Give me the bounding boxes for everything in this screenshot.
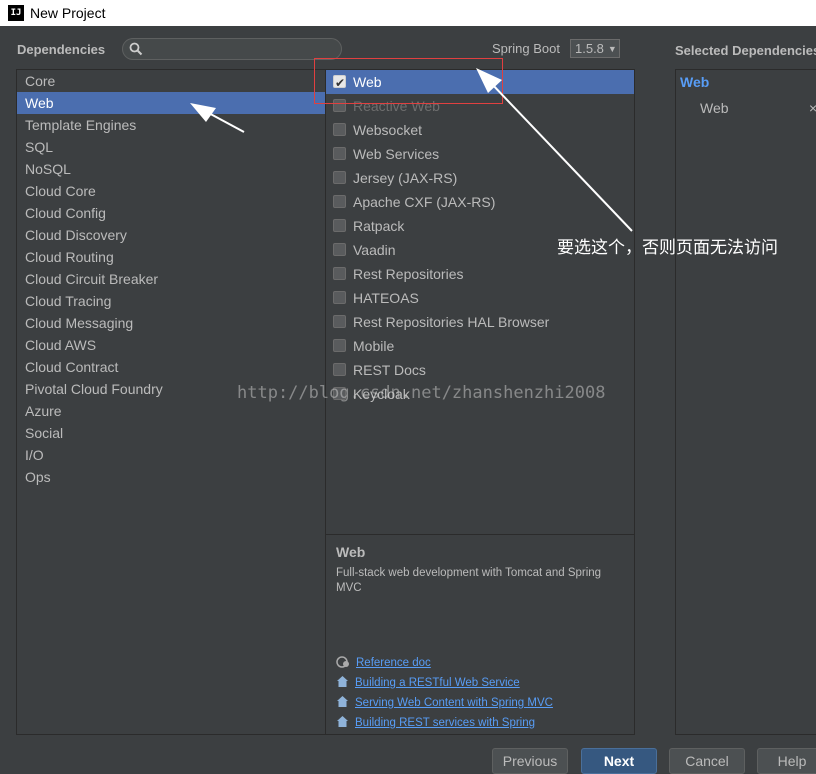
dependency-item[interactable]: HATEOAS bbox=[326, 286, 634, 310]
category-item[interactable]: Web bbox=[17, 92, 325, 114]
category-item[interactable]: Cloud Messaging bbox=[17, 312, 325, 334]
dependency-item[interactable]: Rest Repositories HAL Browser bbox=[326, 310, 634, 334]
category-item[interactable]: NoSQL bbox=[17, 158, 325, 180]
description-panel: Web Full-stack web development with Tomc… bbox=[325, 534, 635, 735]
dependency-item[interactable]: Reactive Web bbox=[326, 94, 634, 118]
dependency-label: Websocket bbox=[353, 122, 422, 138]
dependency-label: REST Docs bbox=[353, 362, 426, 378]
dependency-checkbox[interactable] bbox=[333, 123, 346, 136]
dependency-item[interactable]: Websocket bbox=[326, 118, 634, 142]
search-icon bbox=[129, 42, 143, 61]
category-item[interactable]: Ops bbox=[17, 466, 325, 488]
dependency-checkbox[interactable] bbox=[333, 147, 346, 160]
guide-home-icon bbox=[336, 715, 349, 731]
remove-icon[interactable]: × bbox=[809, 100, 816, 116]
description-title: Web bbox=[336, 544, 366, 560]
dependency-item[interactable]: REST Docs bbox=[326, 358, 634, 382]
guide-link[interactable]: Serving Web Content with Spring MVC bbox=[355, 697, 553, 709]
spring-boot-version-value: 1.5.8 bbox=[575, 41, 604, 56]
dependency-checkbox[interactable] bbox=[333, 99, 346, 112]
intellij-logo-icon: IJ bbox=[8, 5, 24, 21]
dependency-list: Web Reactive Web Websocket Web Services Jers… bbox=[325, 69, 635, 535]
category-item[interactable]: Cloud Circuit Breaker bbox=[17, 268, 325, 290]
category-item[interactable]: I/O bbox=[17, 444, 325, 466]
chevron-down-icon: ▼ bbox=[607, 43, 617, 54]
guide-link-row[interactable]: Building REST services with Spring bbox=[336, 714, 535, 732]
guide-link-row[interactable]: Serving Web Content with Spring MVC bbox=[336, 694, 553, 712]
category-item[interactable]: Template Engines bbox=[17, 114, 325, 136]
category-item[interactable]: Cloud AWS bbox=[17, 334, 325, 356]
selected-group-label: Web bbox=[680, 74, 710, 90]
dependency-checkbox[interactable] bbox=[333, 71, 346, 95]
category-item[interactable]: SQL bbox=[17, 136, 325, 158]
dependency-label: Keycloak bbox=[353, 386, 410, 402]
dependency-checkbox[interactable] bbox=[333, 339, 346, 352]
selected-dependencies-label: Selected Dependencies bbox=[675, 43, 816, 58]
category-item[interactable]: Cloud Tracing bbox=[17, 290, 325, 312]
category-item[interactable]: Pivotal Cloud Foundry bbox=[17, 378, 325, 400]
dependency-checkbox[interactable] bbox=[333, 243, 346, 256]
category-item[interactable]: Cloud Config bbox=[17, 202, 325, 224]
category-item[interactable]: Social bbox=[17, 422, 325, 444]
dependency-checkbox[interactable] bbox=[333, 267, 346, 280]
title-bar: IJ New Project bbox=[0, 0, 816, 26]
spring-boot-label: Spring Boot bbox=[492, 41, 560, 56]
dependency-checkbox[interactable] bbox=[333, 195, 346, 208]
dependency-item[interactable]: Mobile bbox=[326, 334, 634, 358]
dependency-checkbox[interactable] bbox=[333, 219, 346, 232]
dependency-label: Web bbox=[353, 74, 382, 90]
dependency-label: HATEOAS bbox=[353, 290, 419, 306]
dependency-checkbox[interactable] bbox=[333, 171, 346, 184]
category-list: Core Web Template Engines SQL NoSQL Cloud Cor… bbox=[16, 69, 326, 735]
category-item[interactable]: Cloud Core bbox=[17, 180, 325, 202]
reference-doc-link[interactable]: Reference doc bbox=[356, 657, 431, 669]
reference-doc-link-row[interactable]: Reference doc bbox=[336, 654, 431, 672]
guide-link[interactable]: Building REST services with Spring bbox=[355, 717, 535, 729]
dependency-label: Vaadin bbox=[353, 242, 396, 258]
category-item[interactable]: Azure bbox=[17, 400, 325, 422]
guide-link[interactable]: Building a RESTful Web Service bbox=[355, 677, 520, 689]
window-title: New Project bbox=[30, 5, 106, 21]
category-item[interactable]: Cloud Discovery bbox=[17, 224, 325, 246]
guide-home-icon bbox=[336, 695, 349, 711]
dependency-checkbox[interactable] bbox=[333, 387, 346, 400]
selected-dependency-item: Web bbox=[700, 100, 729, 116]
dependency-item[interactable]: Rest Repositories bbox=[326, 262, 634, 286]
selected-dependencies-panel: Web Web × bbox=[675, 69, 816, 735]
dependency-item[interactable]: Apache CXF (JAX-RS) bbox=[326, 190, 634, 214]
dependency-checkbox[interactable] bbox=[333, 315, 346, 328]
next-button[interactable]: Next bbox=[581, 748, 657, 774]
dependency-item[interactable]: Web bbox=[326, 70, 634, 95]
dependency-label: Rest Repositories bbox=[353, 266, 464, 282]
category-item[interactable]: Core bbox=[17, 70, 325, 92]
dependency-label: Rest Repositories HAL Browser bbox=[353, 314, 550, 330]
guide-home-icon bbox=[336, 675, 349, 691]
dependencies-label: Dependencies bbox=[17, 42, 106, 57]
search-box[interactable] bbox=[122, 38, 342, 60]
annotation-text: 要选这个，否则页面无法访问 bbox=[557, 238, 778, 258]
dependency-item[interactable]: Jersey (JAX-RS) bbox=[326, 166, 634, 190]
dependency-label: Web Services bbox=[353, 146, 440, 162]
dependency-checkbox[interactable] bbox=[333, 363, 346, 376]
spring-boot-version-select[interactable]: 1.5.8 ▼ bbox=[570, 39, 620, 58]
help-button[interactable]: Help bbox=[757, 748, 816, 774]
dependency-item[interactable]: Web Services bbox=[326, 142, 634, 166]
dependency-label: Apache CXF (JAX-RS) bbox=[353, 194, 496, 210]
dependency-label: Ratpack bbox=[353, 218, 405, 234]
dependency-item[interactable]: Keycloak bbox=[326, 382, 634, 406]
description-text: Full-stack web development with Tomcat a… bbox=[336, 567, 602, 594]
dependency-checkbox[interactable] bbox=[333, 291, 346, 304]
reference-doc-icon bbox=[336, 655, 350, 672]
category-item[interactable]: Cloud Contract bbox=[17, 356, 325, 378]
cancel-button[interactable]: Cancel bbox=[669, 748, 745, 774]
dependency-label: Jersey (JAX-RS) bbox=[353, 170, 458, 186]
previous-button[interactable]: Previous bbox=[492, 748, 568, 774]
guide-link-row[interactable]: Building a RESTful Web Service bbox=[336, 674, 520, 692]
dependency-label: Mobile bbox=[353, 338, 395, 354]
dependency-label: Reactive Web bbox=[353, 98, 440, 114]
category-item[interactable]: Cloud Routing bbox=[17, 246, 325, 268]
search-input[interactable] bbox=[147, 40, 337, 60]
